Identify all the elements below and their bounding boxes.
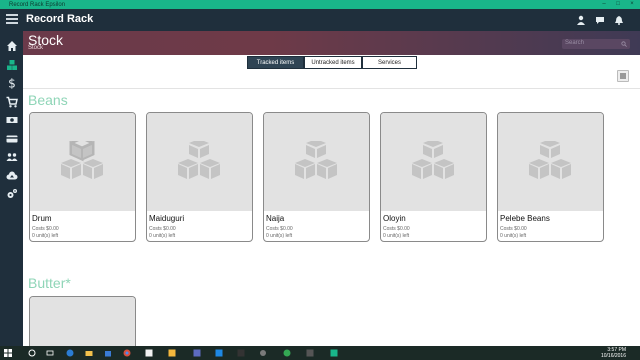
edge-icon[interactable] <box>66 349 74 357</box>
package-icon <box>295 141 337 179</box>
record-rack-taskbar-icon[interactable] <box>330 349 338 357</box>
cortana-icon[interactable] <box>28 349 36 357</box>
cart-icon[interactable] <box>6 96 18 108</box>
app-icon[interactable] <box>145 349 153 357</box>
search-placeholder: Search <box>565 40 585 46</box>
credit-card-icon[interactable] <box>6 133 18 145</box>
tab-tracked-items[interactable]: Tracked items <box>247 56 304 69</box>
tab-bar: Tracked items Untracked items Services <box>247 56 417 69</box>
stock-icon[interactable] <box>6 59 18 71</box>
item-name: Drum <box>32 214 52 223</box>
window-title-bar: Record Rack Epsilon – □ × <box>0 0 640 9</box>
app-icon[interactable] <box>168 349 176 357</box>
app-bar: Record Rack <box>0 9 640 31</box>
file-explorer-icon[interactable] <box>85 349 93 357</box>
money-icon[interactable] <box>6 114 18 126</box>
user-icon[interactable] <box>576 15 586 25</box>
item-image <box>381 113 486 211</box>
tab-untracked-items[interactable]: Untracked items <box>304 56 362 69</box>
item-name: Pelebe Beans <box>500 214 550 223</box>
app-icon[interactable] <box>283 349 291 357</box>
app-icon[interactable] <box>193 349 201 357</box>
app-icon[interactable] <box>215 349 223 357</box>
item-card[interactable]: Drum Costs $0.00 0 unit(s) left <box>29 112 136 242</box>
item-cost: Costs $0.00 <box>149 226 176 232</box>
item-units-left: 0 unit(s) left <box>32 233 59 239</box>
close-icon[interactable]: × <box>626 0 638 9</box>
category-title: Beans <box>28 92 68 108</box>
store-icon[interactable] <box>104 349 112 357</box>
settings-icon[interactable] <box>6 188 18 200</box>
item-image <box>147 113 252 211</box>
item-image <box>498 113 603 211</box>
sidebar: $ <box>0 31 23 346</box>
clock-date: 10/16/2016 <box>600 353 626 359</box>
item-name: Naija <box>266 214 285 223</box>
app-icon[interactable] <box>306 349 314 357</box>
item-units-left: 0 unit(s) left <box>149 233 176 239</box>
view-toggle-button[interactable] <box>617 70 629 82</box>
tab-services[interactable]: Services <box>362 56 417 69</box>
maximize-icon[interactable]: □ <box>612 0 624 9</box>
item-card[interactable]: Pelebe Beans Costs $0.00 0 unit(s) left <box>497 112 604 242</box>
package-icon <box>529 141 571 179</box>
item-card[interactable]: Oloyin Costs $0.00 0 unit(s) left <box>380 112 487 242</box>
search-icon <box>621 41 627 47</box>
divider <box>23 88 640 89</box>
windows-start-icon[interactable] <box>4 349 12 357</box>
item-cost: Costs $0.00 <box>32 226 59 232</box>
taskbar-clock[interactable]: 3:57 PM 10/16/2016 <box>601 347 626 359</box>
page-header: Stock Stock Search <box>23 31 640 55</box>
task-view-icon[interactable] <box>46 349 54 357</box>
item-cost: Costs $0.00 <box>500 226 527 232</box>
app-icon[interactable] <box>259 349 267 357</box>
minimize-icon[interactable]: – <box>598 0 610 9</box>
category-title: Butter* <box>28 275 71 291</box>
users-icon[interactable] <box>6 151 18 163</box>
item-image <box>264 113 369 211</box>
list-view-icon <box>620 73 626 79</box>
home-icon[interactable] <box>6 40 18 52</box>
menu-icon[interactable] <box>6 14 18 26</box>
package-icon <box>412 141 454 179</box>
item-image <box>30 113 135 211</box>
app-title: Record Rack <box>26 13 94 25</box>
item-name: Oloyin <box>383 214 406 223</box>
chrome-icon[interactable] <box>123 349 131 357</box>
search-input[interactable]: Search <box>562 39 630 49</box>
taskbar: 3:57 PM 10/16/2016 <box>0 346 640 360</box>
item-card[interactable]: Maiduguri Costs $0.00 0 unit(s) left <box>146 112 253 242</box>
chat-icon[interactable] <box>595 15 605 25</box>
item-name: Maiduguri <box>149 214 185 223</box>
cloud-upload-icon[interactable] <box>6 170 18 182</box>
svg-text:$: $ <box>8 77 16 89</box>
dollar-icon[interactable]: $ <box>6 77 18 89</box>
item-cost: Costs $0.00 <box>383 226 410 232</box>
package-icon <box>178 141 220 179</box>
terminal-icon[interactable] <box>237 349 245 357</box>
bell-icon[interactable] <box>614 15 624 25</box>
breadcrumb: Stock <box>28 45 44 51</box>
window-title: Record Rack Epsilon <box>9 1 66 8</box>
item-card[interactable]: Naija Costs $0.00 0 unit(s) left <box>263 112 370 242</box>
item-units-left: 0 unit(s) left <box>500 233 527 239</box>
item-cost: Costs $0.00 <box>266 226 293 232</box>
package-icon <box>61 141 103 179</box>
item-units-left: 0 unit(s) left <box>383 233 410 239</box>
item-units-left: 0 unit(s) left <box>266 233 293 239</box>
